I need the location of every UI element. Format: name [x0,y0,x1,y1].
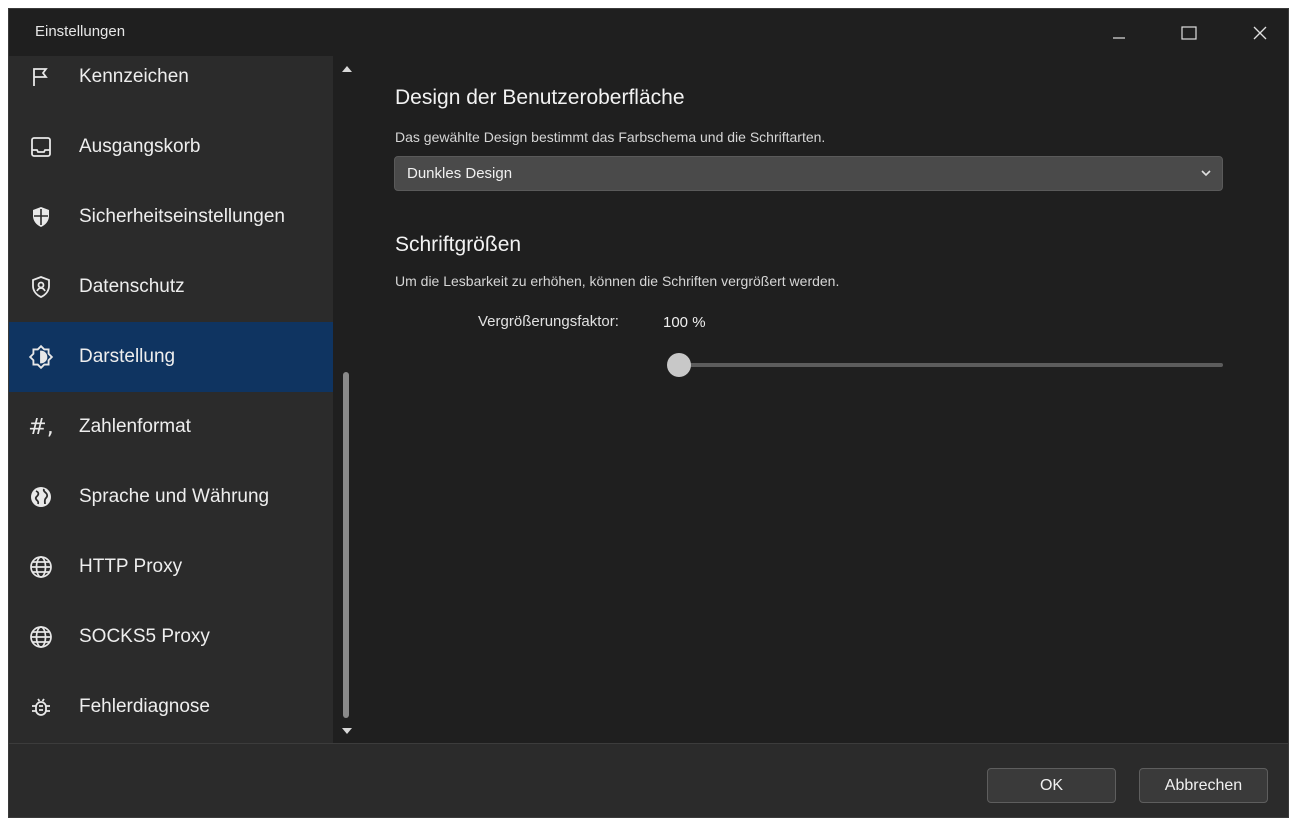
zoom-factor-slider-track[interactable] [677,363,1223,367]
settings-content: Design der Benutzeroberfläche Das gewähl… [361,56,1288,743]
cancel-button[interactable]: Abbrechen [1139,768,1268,803]
close-icon [1253,26,1267,39]
number-format-icon: #, [28,414,54,440]
sidebar-item-ausgangskorb[interactable]: Ausgangskorb [9,112,333,182]
font-size-section-description: Um die Lesbarkeit zu erhöhen, können die… [395,273,840,289]
design-select[interactable]: Dunkles Design [394,156,1223,191]
sidebar-item-label: Darstellung [79,346,176,367]
ok-button[interactable]: OK [987,768,1116,803]
globe-icon [27,483,55,511]
maximize-button[interactable] [1159,9,1219,56]
sidebar-item-label: Zahlenformat [79,416,191,437]
flag-icon [27,63,55,91]
sidebar-item-kennzeichen[interactable]: Kennzeichen [9,56,333,112]
sidebar-item-socks5-proxy[interactable]: SOCKS5 Proxy [9,602,333,672]
maximize-icon [1181,25,1197,40]
sidebar-item-darstellung[interactable]: Darstellung [9,322,333,392]
bug-icon [27,693,55,721]
network-globe-icon [27,623,55,651]
zoom-factor-label: Vergrößerungsfaktor: [478,313,619,330]
font-size-section-title: Schriftgrößen [395,233,522,256]
sidebar-item-sprache-und-waehrung[interactable]: Sprache und Währung [9,462,333,532]
scroll-down-icon[interactable] [342,728,352,734]
scrollbar-thumb[interactable] [343,372,349,718]
sidebar-item-label: Fehlerdiagnose [79,696,210,717]
chevron-down-icon [1200,166,1212,184]
settings-window: Einstellungen Kennzeichen Ausgangskorb S… [8,8,1289,818]
sidebar-item-label: SOCKS5 Proxy [79,626,210,647]
appearance-icon [27,343,55,371]
sidebar-item-label: Kennzeichen [79,66,189,87]
sidebar-item-label: Datenschutz [79,276,185,297]
sidebar-item-label: Ausgangskorb [79,136,201,157]
network-globe-icon [27,553,55,581]
privacy-shield-icon [27,273,55,301]
sidebar-item-http-proxy[interactable]: HTTP Proxy [9,532,333,602]
sidebar-item-fehlerdiagnose[interactable]: Fehlerdiagnose [9,672,333,742]
design-section-description: Das gewählte Design bestimmt das Farbsch… [395,129,826,145]
minimize-icon [1113,36,1125,39]
close-button[interactable] [1230,9,1288,56]
sidebar-item-datenschutz[interactable]: Datenschutz [9,252,333,322]
sidebar-item-label: HTTP Proxy [79,556,183,577]
design-section-title: Design der Benutzeroberfläche [395,86,685,109]
zoom-factor-value: 100 % [663,314,706,331]
window-title: Einstellungen [35,23,126,40]
scroll-up-icon[interactable] [342,66,352,72]
outbox-icon [27,133,55,161]
shield-icon [27,203,55,231]
settings-sidebar: Kennzeichen Ausgangskorb Sicherheitseins… [9,56,333,743]
sidebar-item-label: Sicherheitseinstellungen [79,206,285,227]
dialog-footer: OK Abbrechen [9,743,1288,817]
minimize-button[interactable] [1089,9,1149,56]
zoom-factor-slider-thumb[interactable] [667,353,691,377]
title-bar: Einstellungen [9,9,1288,56]
sidebar-scrollbar[interactable] [333,56,361,743]
sidebar-item-sicherheitseinstellungen[interactable]: Sicherheitseinstellungen [9,182,333,252]
design-select-value: Dunkles Design [407,165,513,182]
sidebar-item-label: Sprache und Währung [79,486,270,507]
sidebar-item-zahlenformat[interactable]: #, Zahlenformat [9,392,333,462]
